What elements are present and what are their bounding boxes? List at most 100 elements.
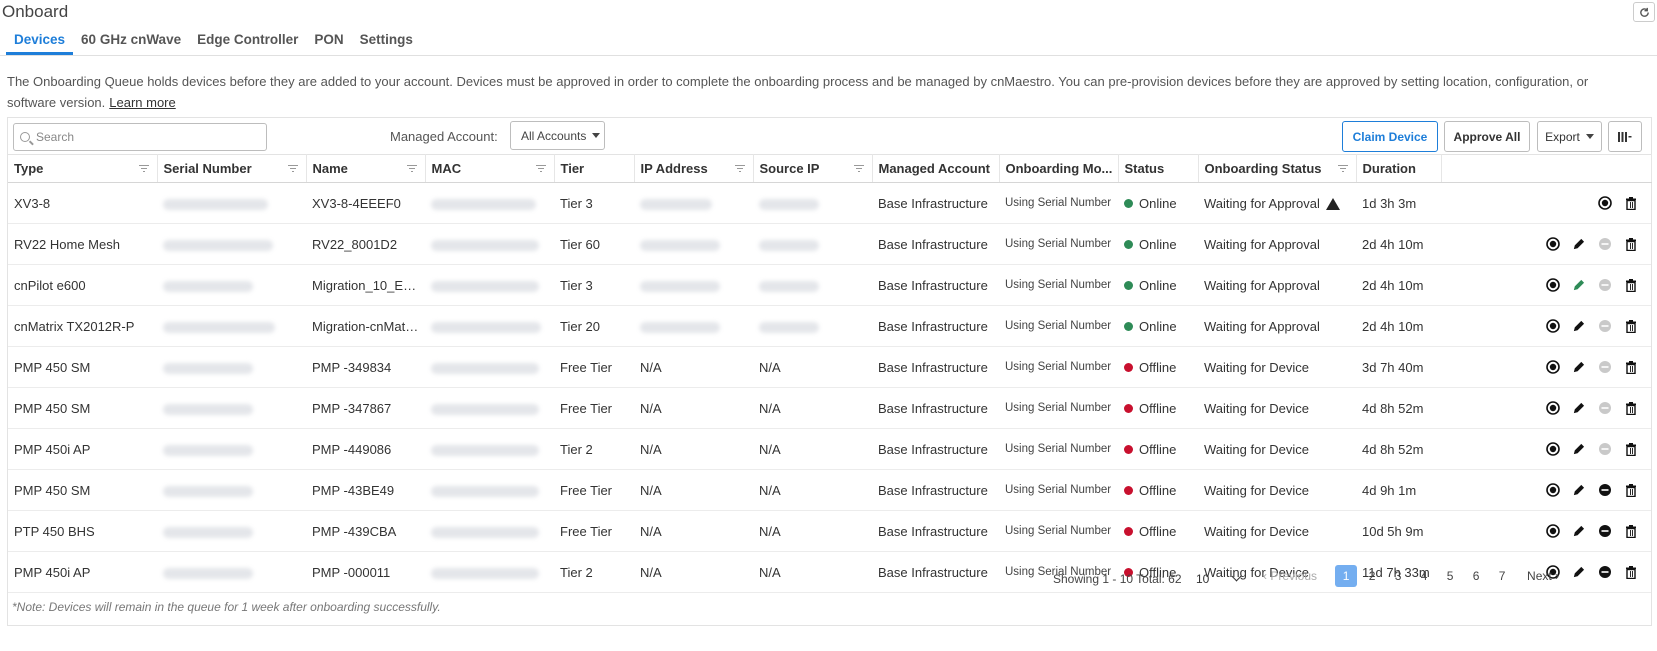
- tab-pon[interactable]: PON: [306, 28, 351, 55]
- cell-name[interactable]: PMP -449086: [306, 428, 425, 470]
- column-header-managed-account[interactable]: Managed Account: [872, 154, 1000, 183]
- table-row[interactable]: PMP 450 SM PMP -349834 Free Tier N/A N/A Base…: [8, 346, 1651, 388]
- cell-name[interactable]: PMP -347867: [306, 387, 425, 429]
- page-2-button[interactable]: 2: [1361, 565, 1383, 587]
- claim-device-button[interactable]: Claim Device: [1342, 121, 1438, 152]
- remove-button[interactable]: [1596, 441, 1613, 458]
- table-row[interactable]: cnPilot e600 Migration_10_E6... Tier 3 Base…: [8, 264, 1651, 306]
- cell-name[interactable]: RV22_8001D2: [306, 223, 425, 265]
- remove-button[interactable]: [1596, 318, 1613, 335]
- column-header-tier[interactable]: Tier: [554, 154, 635, 183]
- export-button[interactable]: Export: [1537, 121, 1602, 152]
- approve-all-button[interactable]: Approve All: [1444, 121, 1530, 152]
- delete-button[interactable]: [1622, 564, 1639, 581]
- next-page-button[interactable]: Next ›: [1527, 569, 1559, 583]
- column-header-serial[interactable]: Serial Number: [157, 154, 307, 183]
- refresh-button[interactable]: [1633, 2, 1655, 22]
- table-row[interactable]: PTP 450 BHS PMP -439CBA Free Tier N/A N/A Bas…: [8, 510, 1651, 552]
- table-row[interactable]: XV3-8 XV3-8-4EEEF0 Tier 3 Base Infrastructu…: [8, 182, 1651, 224]
- remove-button[interactable]: [1596, 277, 1613, 294]
- learn-more-link[interactable]: Learn more: [109, 95, 175, 110]
- edit-button[interactable]: [1570, 359, 1587, 376]
- column-header-onboarding-status[interactable]: Onboarding Status: [1198, 154, 1357, 183]
- remove-button[interactable]: [1596, 564, 1613, 581]
- delete-button[interactable]: [1622, 236, 1639, 253]
- cell-ip: N/A: [634, 469, 753, 511]
- warning-icon[interactable]: [1325, 198, 1340, 211]
- page-6-button[interactable]: 6: [1465, 565, 1487, 587]
- cell-name[interactable]: Migration_10_E6...: [306, 264, 425, 306]
- table-row[interactable]: PMP 450 SM PMP -43BE49 Free Tier N/A N/A Base…: [8, 469, 1651, 511]
- approve-button[interactable]: [1544, 400, 1561, 417]
- table-row[interactable]: PMP 450i AP PMP -449086 Tier 2 N/A N/A Base I…: [8, 428, 1651, 470]
- cell-name[interactable]: PMP -349834: [306, 346, 425, 388]
- filter-icon[interactable]: [734, 165, 745, 173]
- filter-icon[interactable]: [1337, 165, 1348, 173]
- filter-icon[interactable]: [853, 165, 864, 173]
- search-input[interactable]: [36, 130, 256, 144]
- table-row[interactable]: RV22 Home Mesh RV22_8001D2 Tier 60 Base Inf…: [8, 223, 1651, 265]
- delete-button[interactable]: [1622, 195, 1639, 212]
- delete-button[interactable]: [1622, 359, 1639, 376]
- column-header-name[interactable]: Name: [306, 154, 426, 183]
- approve-button[interactable]: [1544, 523, 1561, 540]
- table-row[interactable]: cnMatrix TX2012R-P Migration-cnMatr... Tie…: [8, 305, 1651, 347]
- edit-button[interactable]: [1570, 236, 1587, 253]
- remove-button[interactable]: [1596, 523, 1613, 540]
- filter-icon[interactable]: [138, 165, 149, 173]
- edit-button[interactable]: [1570, 441, 1587, 458]
- remove-button[interactable]: [1596, 482, 1613, 499]
- table-row[interactable]: PMP 450 SM PMP -347867 Free Tier N/A N/A Base…: [8, 387, 1651, 429]
- page-size-select[interactable]: 10: [1188, 568, 1248, 590]
- approve-button[interactable]: [1544, 277, 1561, 294]
- cell-name[interactable]: PMP -43BE49: [306, 469, 425, 511]
- delete-button[interactable]: [1622, 523, 1639, 540]
- cell-name[interactable]: PMP -000011: [306, 551, 425, 593]
- tab-settings[interactable]: Settings: [352, 28, 421, 55]
- edit-button[interactable]: [1570, 523, 1587, 540]
- column-header-ip[interactable]: IP Address: [634, 154, 754, 183]
- remove-button[interactable]: [1596, 400, 1613, 417]
- tab-edge-controller[interactable]: Edge Controller: [189, 28, 306, 55]
- page-3-button[interactable]: 3: [1387, 565, 1409, 587]
- cell-name[interactable]: PMP -439CBA: [306, 510, 425, 552]
- columns-button[interactable]: [1608, 121, 1642, 152]
- column-header-onboarding-mode[interactable]: Onboarding Mo...: [999, 154, 1119, 183]
- approve-button[interactable]: [1544, 482, 1561, 499]
- delete-button[interactable]: [1622, 400, 1639, 417]
- managed-account-select[interactable]: All Accounts: [510, 121, 605, 150]
- tab-60ghz-cnwave[interactable]: 60 GHz cnWave: [73, 28, 189, 55]
- column-header-status[interactable]: Status: [1118, 154, 1199, 183]
- cell-name[interactable]: XV3-8-4EEEF0: [306, 182, 425, 224]
- delete-button[interactable]: [1622, 277, 1639, 294]
- filter-icon[interactable]: [287, 165, 298, 173]
- tab-devices[interactable]: Devices: [6, 28, 74, 55]
- approve-button[interactable]: [1544, 441, 1561, 458]
- cell-name[interactable]: Migration-cnMatr...: [306, 305, 425, 347]
- remove-button[interactable]: [1596, 359, 1613, 376]
- filter-icon[interactable]: [406, 165, 417, 173]
- filter-icon[interactable]: [535, 165, 546, 173]
- page-1-button[interactable]: 1: [1335, 565, 1358, 587]
- previous-page-button[interactable]: ‹ Previous: [1263, 569, 1317, 583]
- page-4-button[interactable]: 4: [1413, 565, 1435, 587]
- approve-button[interactable]: [1544, 359, 1561, 376]
- column-header-mac[interactable]: MAC: [425, 154, 555, 183]
- edit-button[interactable]: [1570, 400, 1587, 417]
- page-5-button[interactable]: 5: [1439, 565, 1461, 587]
- delete-button[interactable]: [1622, 482, 1639, 499]
- approve-button[interactable]: [1596, 195, 1613, 212]
- edit-button[interactable]: [1570, 318, 1587, 335]
- edit-button[interactable]: [1570, 277, 1587, 294]
- column-header-type[interactable]: Type: [8, 154, 158, 183]
- approve-button[interactable]: [1544, 318, 1561, 335]
- delete-button[interactable]: [1622, 441, 1639, 458]
- edit-button[interactable]: [1570, 564, 1587, 581]
- remove-button[interactable]: [1596, 236, 1613, 253]
- column-header-duration[interactable]: Duration: [1356, 154, 1442, 183]
- page-7-button[interactable]: 7: [1491, 565, 1513, 587]
- edit-button[interactable]: [1570, 482, 1587, 499]
- column-header-source-ip[interactable]: Source IP: [753, 154, 873, 183]
- delete-button[interactable]: [1622, 318, 1639, 335]
- approve-button[interactable]: [1544, 236, 1561, 253]
